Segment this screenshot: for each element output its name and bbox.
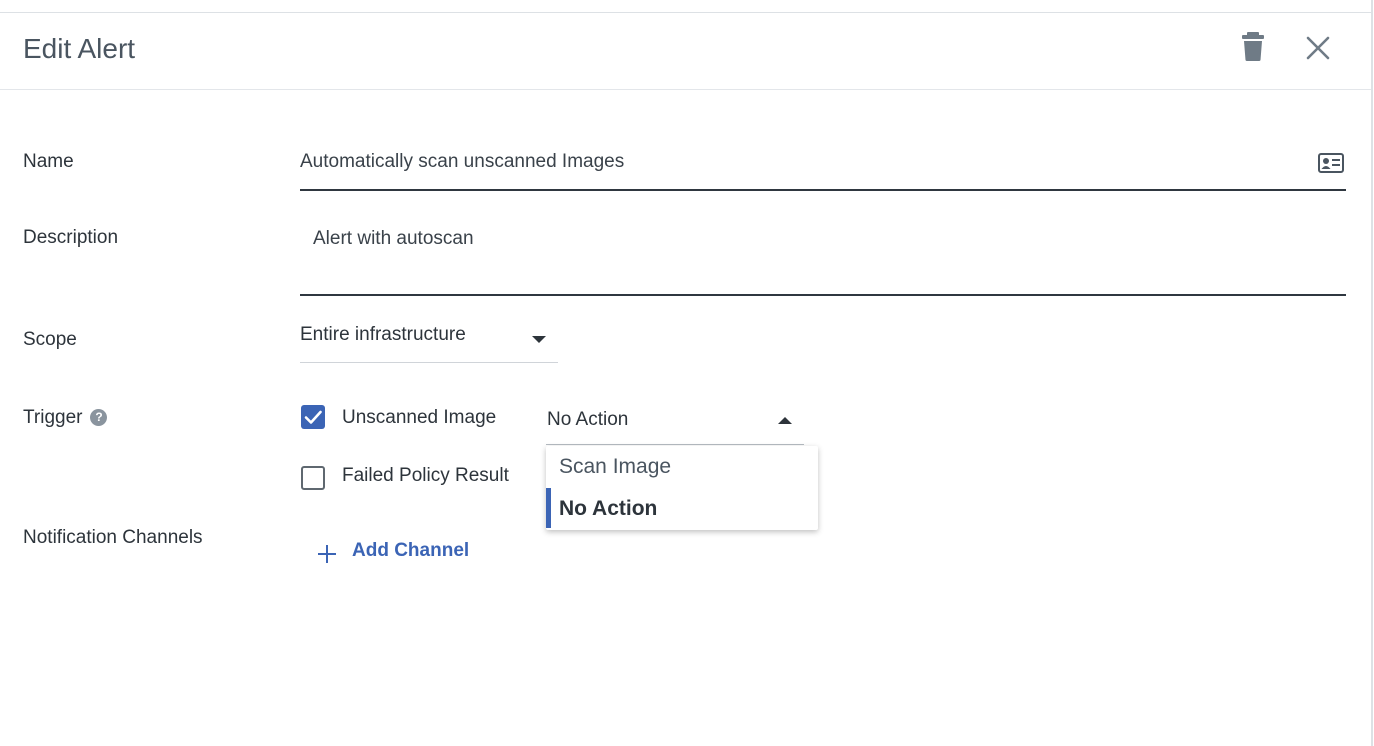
dialog-header: Edit Alert bbox=[0, 13, 1371, 90]
menu-item-scan-image[interactable]: Scan Image bbox=[546, 446, 818, 488]
delete-button[interactable] bbox=[1239, 30, 1267, 62]
add-channel-label: Add Channel bbox=[352, 540, 470, 561]
edit-alert-panel: Edit Alert Name Automatically scan unsca… bbox=[0, 13, 1371, 746]
description-label: Description bbox=[23, 227, 119, 248]
dialog-title: Edit Alert bbox=[23, 33, 136, 64]
trash-icon bbox=[1242, 32, 1264, 61]
failed-policy-result-checkbox[interactable] bbox=[301, 466, 325, 490]
menu-item-label: Scan Image bbox=[559, 455, 672, 478]
menu-item-no-action[interactable]: No Action bbox=[546, 488, 818, 530]
scope-label: Scope bbox=[23, 329, 77, 350]
trigger-label-text: Trigger bbox=[23, 407, 83, 428]
trigger-action-menu: Scan Image No Action bbox=[546, 446, 818, 530]
unscanned-image-checkbox[interactable] bbox=[301, 405, 325, 429]
notification-channels-label: Notification Channels bbox=[23, 527, 203, 548]
close-button[interactable] bbox=[1303, 33, 1333, 63]
help-icon[interactable]: ? bbox=[90, 409, 108, 426]
close-icon bbox=[1306, 36, 1330, 60]
scope-select[interactable]: Entire infrastructure bbox=[300, 318, 558, 363]
checkmark-icon bbox=[304, 410, 322, 424]
contact-card-icon[interactable] bbox=[1318, 153, 1344, 173]
chevron-down-icon bbox=[532, 336, 546, 343]
right-border bbox=[1371, 0, 1373, 746]
menu-item-label: No Action bbox=[559, 497, 658, 520]
trigger-action-select[interactable]: No Action bbox=[546, 397, 804, 445]
trigger-label: Trigger? bbox=[23, 407, 108, 429]
unscanned-image-label[interactable]: Unscanned Image bbox=[342, 407, 496, 429]
name-label: Name bbox=[23, 151, 74, 172]
name-value: Automatically scan unscanned Images bbox=[300, 151, 625, 172]
trigger-action-value: No Action bbox=[547, 409, 629, 430]
scope-value: Entire infrastructure bbox=[300, 324, 466, 345]
chevron-up-icon bbox=[778, 417, 792, 424]
name-input[interactable]: Automatically scan unscanned Images bbox=[300, 143, 1346, 191]
description-textarea[interactable]: Alert with autoscan bbox=[300, 218, 1346, 296]
plus-icon bbox=[318, 545, 336, 563]
failed-policy-result-label[interactable]: Failed Policy Result bbox=[342, 465, 509, 487]
description-value: Alert with autoscan bbox=[313, 228, 474, 249]
selected-indicator bbox=[546, 488, 551, 528]
